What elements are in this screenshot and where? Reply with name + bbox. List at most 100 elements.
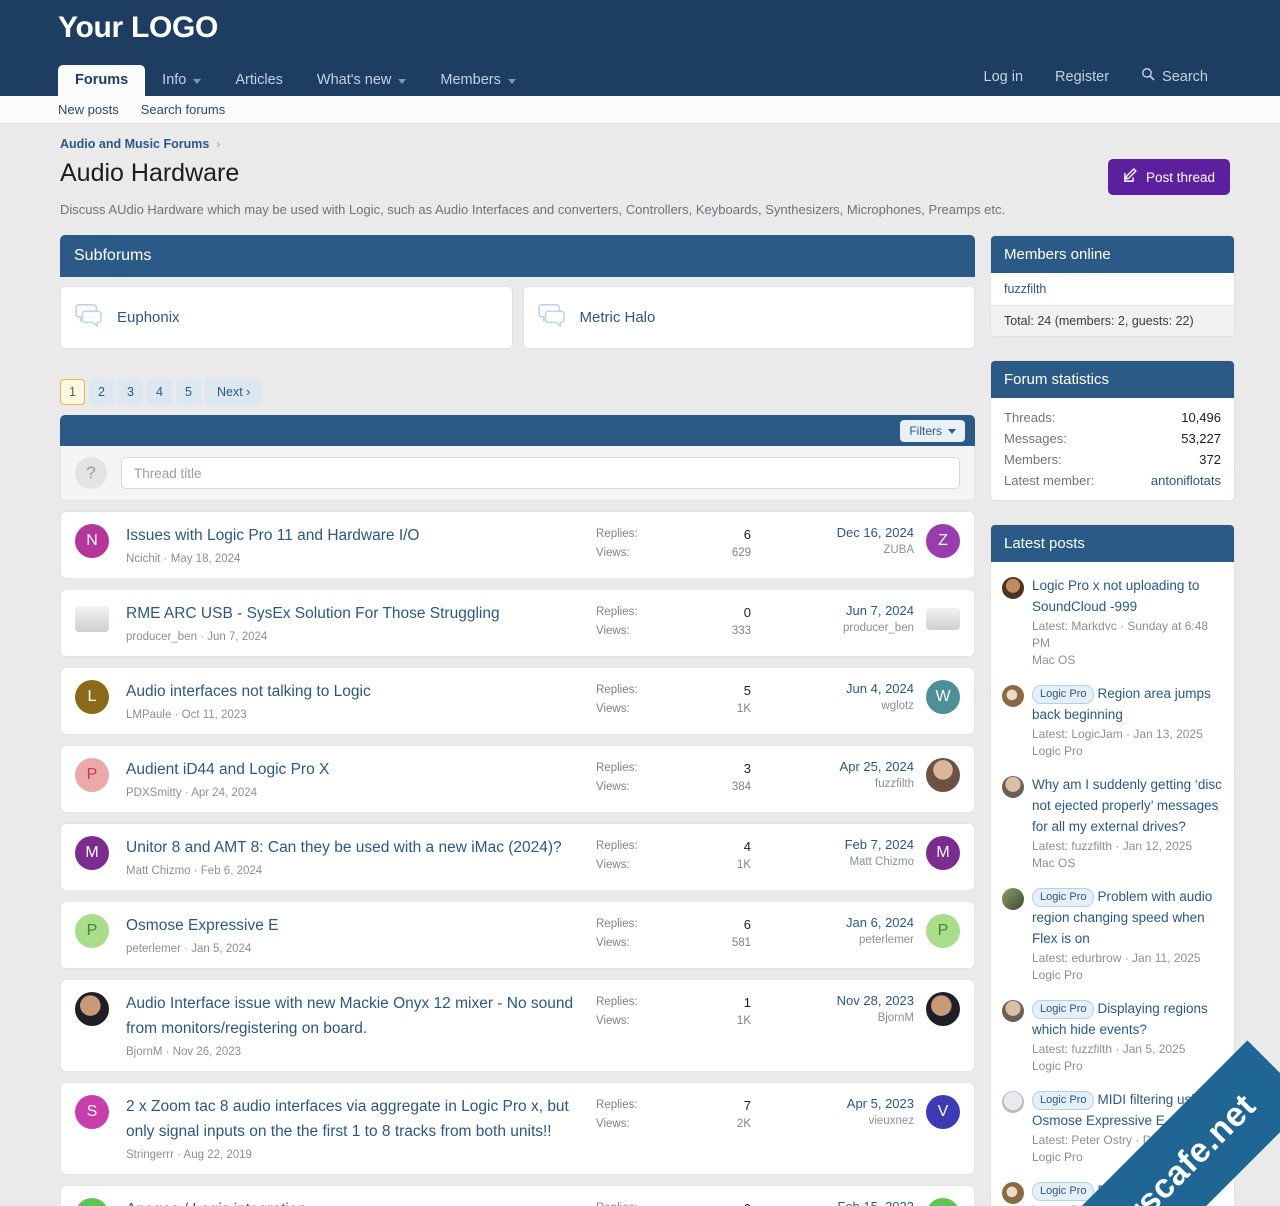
- thread-title[interactable]: Audient iD44 and Logic Pro X: [126, 757, 582, 782]
- thread-row[interactable]: P Audient iD44 and Logic Pro X PDXSmitty…: [60, 745, 975, 813]
- avatar[interactable]: P: [75, 914, 109, 948]
- page-next-button[interactable]: Next ›: [205, 379, 263, 405]
- thread-author[interactable]: LMPaule: [126, 709, 171, 721]
- subnav-search-forums[interactable]: Search forums: [141, 102, 226, 117]
- last-post-date[interactable]: Jan 6, 2024: [751, 914, 914, 932]
- page-button-2[interactable]: 2: [89, 379, 114, 405]
- latest-post-item[interactable]: Logic Pro Region area jumps back beginnin…: [1002, 676, 1223, 767]
- site-logo[interactable]: Your LOGO: [58, 11, 218, 44]
- nav-item-whats-new[interactable]: What's new: [300, 65, 424, 96]
- nav-item-articles[interactable]: Articles: [218, 65, 300, 96]
- latest-post-item[interactable]: Logic Pro x not uploading to SoundCloud …: [1002, 568, 1223, 676]
- thread-author[interactable]: Ncichit: [126, 553, 161, 565]
- last-post-user[interactable]: ZUBA: [751, 542, 914, 559]
- last-post-avatar[interactable]: [926, 608, 960, 630]
- page-button-3[interactable]: 3: [118, 379, 143, 405]
- thread-last-post: Jun 7, 2024 producer_ben: [751, 601, 926, 637]
- subnav-new-posts[interactable]: New posts: [58, 102, 119, 117]
- post-thread-button[interactable]: Post thread: [1107, 159, 1230, 195]
- thread-row[interactable]: Audio Interface issue with new Mackie On…: [60, 979, 975, 1072]
- thread-author[interactable]: PDXSmitty: [126, 787, 182, 799]
- breadcrumb-item-0[interactable]: Audio and Music Forums: [60, 137, 209, 151]
- prefix-tag[interactable]: Logic Pro: [1032, 685, 1095, 704]
- last-post-user[interactable]: wglotz: [751, 698, 914, 715]
- thread-title[interactable]: Audio interfaces not talking to Logic: [126, 679, 582, 704]
- last-post-user[interactable]: fuzzfilth: [751, 776, 914, 793]
- last-post-user[interactable]: BjornM: [751, 1010, 914, 1027]
- last-post-avatar[interactable]: M: [926, 836, 960, 870]
- nav-item-forums[interactable]: Forums: [58, 65, 146, 96]
- prefix-tag[interactable]: Logic Pro: [1032, 888, 1095, 907]
- last-post-date[interactable]: Jun 7, 2024: [751, 602, 914, 620]
- last-post-date[interactable]: Dec 16, 2024: [751, 524, 914, 542]
- thread-title[interactable]: Apogee / Logic integration: [126, 1197, 582, 1206]
- filters-button[interactable]: Filters: [900, 419, 965, 442]
- nav-item-members[interactable]: Members: [423, 65, 532, 96]
- avatar[interactable]: [75, 606, 109, 632]
- thread-title[interactable]: 2 x Zoom tac 8 audio interfaces via aggr…: [126, 1094, 582, 1144]
- subforum-metric-halo[interactable]: Metric Halo: [522, 286, 975, 349]
- last-post-avatar[interactable]: P: [926, 914, 960, 948]
- latest-member-link[interactable]: antoniflotats: [1151, 470, 1221, 491]
- last-post-date[interactable]: Feb 15, 2023: [751, 1198, 914, 1206]
- latest-post-forum[interactable]: Logic Pro: [1032, 743, 1223, 760]
- page-button-4[interactable]: 4: [147, 379, 172, 405]
- last-post-date[interactable]: Jun 4, 2024: [751, 680, 914, 698]
- thread-row[interactable]: S 2 x Zoom tac 8 audio interfaces via ag…: [60, 1082, 975, 1175]
- last-post-user[interactable]: Matt Chizmo: [751, 854, 914, 871]
- avatar[interactable]: [75, 992, 109, 1026]
- last-post-avatar[interactable]: Z: [926, 524, 960, 558]
- online-user[interactable]: fuzzfilth: [1004, 282, 1221, 296]
- thread-title[interactable]: RME ARC USB - SysEx Solution For Those S…: [126, 601, 582, 626]
- thread-stats: Replies: 7 Views: 2K: [596, 1094, 751, 1134]
- subforum-euphonix[interactable]: Euphonix: [60, 286, 513, 349]
- latest-post-title[interactable]: Logic Pro x not uploading to SoundCloud …: [1032, 578, 1199, 614]
- thread-row[interactable]: M Unitor 8 and AMT 8: Can they be used w…: [60, 823, 975, 891]
- latest-post-forum[interactable]: Mac OS: [1032, 855, 1223, 872]
- login-link[interactable]: Log in: [968, 58, 1040, 96]
- avatar[interactable]: P: [75, 758, 109, 792]
- last-post-date[interactable]: Apr 5, 2023: [751, 1095, 914, 1113]
- page-button-1[interactable]: 1: [60, 379, 85, 405]
- register-link[interactable]: Register: [1039, 58, 1125, 96]
- last-post-date[interactable]: Feb 7, 2024: [751, 836, 914, 854]
- avatar[interactable]: M: [75, 836, 109, 870]
- last-post-user[interactable]: vieuxnez: [751, 1113, 914, 1130]
- thread-title[interactable]: Osmose Expressive E: [126, 913, 582, 938]
- thread-row[interactable]: L Audio interfaces not talking to Logic …: [60, 667, 975, 735]
- latest-post-item[interactable]: Why am I suddenly getting ‘disc not ejec…: [1002, 767, 1223, 879]
- last-post-avatar[interactable]: [926, 758, 960, 792]
- latest-post-title[interactable]: Why am I suddenly getting ‘disc not ejec…: [1032, 777, 1222, 834]
- avatar[interactable]: S: [75, 1095, 109, 1129]
- nav-item-info[interactable]: Info: [145, 65, 218, 96]
- latest-post-forum[interactable]: Mac OS: [1032, 652, 1223, 669]
- avatar[interactable]: L: [75, 680, 109, 714]
- thread-author[interactable]: Matt Chizmo: [126, 865, 191, 877]
- last-post-avatar[interactable]: W: [926, 680, 960, 714]
- thread-author[interactable]: peterlemer: [126, 943, 181, 955]
- question-mark-icon[interactable]: ?: [75, 457, 107, 489]
- thread-title[interactable]: Issues with Logic Pro 11 and Hardware I/…: [126, 523, 582, 548]
- last-post-user[interactable]: peterlemer: [751, 932, 914, 949]
- last-post-avatar[interactable]: V: [926, 1095, 960, 1129]
- last-post-date[interactable]: Nov 28, 2023: [751, 992, 914, 1010]
- page-button-5[interactable]: 5: [176, 379, 201, 405]
- thread-author[interactable]: Stringerrr: [126, 1149, 174, 1161]
- search-button[interactable]: Search: [1125, 58, 1224, 96]
- last-post-avatar[interactable]: [926, 992, 960, 1026]
- avatar[interactable]: R: [75, 1198, 109, 1206]
- last-post-date[interactable]: Apr 25, 2024: [751, 758, 914, 776]
- thread-author[interactable]: BjornM: [126, 1046, 162, 1058]
- thread-row[interactable]: RME ARC USB - SysEx Solution For Those S…: [60, 589, 975, 657]
- thread-title-input[interactable]: [121, 457, 960, 489]
- thread-row[interactable]: N Issues with Logic Pro 11 and Hardware …: [60, 511, 975, 579]
- thread-row[interactable]: R Apogee / Logic integration Roger Jacks…: [60, 1185, 975, 1206]
- thread-author[interactable]: producer_ben: [126, 631, 197, 643]
- replies-label: Replies:: [596, 996, 638, 1008]
- thread-title[interactable]: Unitor 8 and AMT 8: Can they be used wit…: [126, 835, 582, 860]
- thread-row[interactable]: P Osmose Expressive E peterlemer · Jan 5…: [60, 901, 975, 969]
- avatar[interactable]: N: [75, 524, 109, 558]
- last-post-avatar[interactable]: R: [926, 1198, 960, 1206]
- last-post-user[interactable]: producer_ben: [751, 620, 914, 637]
- thread-title[interactable]: Audio Interface issue with new Mackie On…: [126, 991, 582, 1041]
